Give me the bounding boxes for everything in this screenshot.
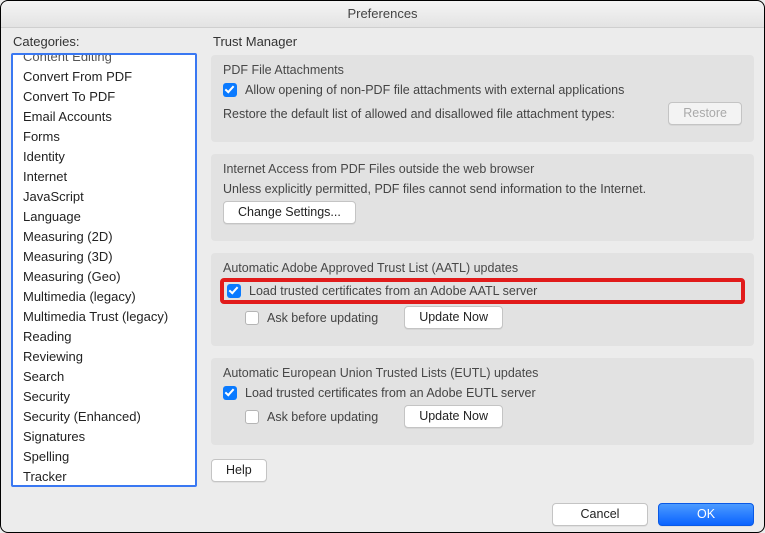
category-item[interactable]: Email Accounts <box>13 106 195 126</box>
settings-pane: Trust Manager PDF File Attachments Allow… <box>211 34 754 487</box>
category-item[interactable]: Identity <box>13 146 195 166</box>
row-help: Help <box>211 459 754 482</box>
label-restore-desc: Restore the default list of allowed and … <box>223 107 660 121</box>
row-restore: Restore the default list of allowed and … <box>223 102 742 125</box>
group-title-aatl: Automatic Adobe Approved Trust List (AAT… <box>223 261 742 275</box>
eutl-update-now-button[interactable]: Update Now <box>404 405 503 428</box>
category-item[interactable]: Measuring (3D) <box>13 246 195 266</box>
checkbox-aatl-load[interactable] <box>227 284 241 298</box>
category-item[interactable]: Convert To PDF <box>13 86 195 106</box>
group-title-internet: Internet Access from PDF Files outside t… <box>223 162 742 176</box>
row-aatl-ask: Ask before updating Update Now <box>223 306 742 329</box>
group-internet-access: Internet Access from PDF Files outside t… <box>211 154 754 241</box>
category-item[interactable]: JavaScript <box>13 186 195 206</box>
restore-button: Restore <box>668 102 742 125</box>
category-item[interactable]: Multimedia Trust (legacy) <box>13 306 195 326</box>
group-title-eutl: Automatic European Union Trusted Lists (… <box>223 366 742 380</box>
category-item[interactable]: Security (Enhanced) <box>13 406 195 426</box>
categories-list[interactable]: Content EditingConvert From PDFConvert T… <box>11 53 197 487</box>
category-item[interactable]: Content Editing <box>13 53 195 66</box>
category-item[interactable]: Measuring (Geo) <box>13 266 195 286</box>
category-item[interactable]: Forms <box>13 126 195 146</box>
category-item[interactable]: Reviewing <box>13 346 195 366</box>
help-button[interactable]: Help <box>211 459 267 482</box>
category-item[interactable]: Convert From PDF <box>13 66 195 86</box>
checkbox-eutl-ask[interactable] <box>245 410 259 424</box>
row-aatl-load[interactable]: Load trusted certificates from an Adobe … <box>223 281 742 301</box>
categories-label: Categories: <box>13 34 197 49</box>
categories-pane: Categories: Content EditingConvert From … <box>11 34 197 487</box>
category-item[interactable]: Signatures <box>13 426 195 446</box>
category-item[interactable]: Trust Manager <box>13 486 195 487</box>
cancel-button[interactable]: Cancel <box>552 503 648 526</box>
group-pdf-attachments: PDF File Attachments Allow opening of no… <box>211 55 754 142</box>
group-eutl: Automatic European Union Trusted Lists (… <box>211 358 754 445</box>
dialog-footer: Cancel OK <box>1 495 764 532</box>
ok-button[interactable]: OK <box>658 503 754 526</box>
row-change-settings: Change Settings... <box>223 201 742 224</box>
label-aatl-ask: Ask before updating <box>267 311 378 325</box>
category-item[interactable]: Spelling <box>13 446 195 466</box>
label-eutl-load: Load trusted certificates from an Adobe … <box>245 386 536 400</box>
window-body: Categories: Content EditingConvert From … <box>1 28 764 495</box>
row-allow-opening[interactable]: Allow opening of non-PDF file attachment… <box>223 83 742 97</box>
row-internet-desc: Unless explicitly permitted, PDF files c… <box>223 182 742 196</box>
category-item[interactable]: Measuring (2D) <box>13 226 195 246</box>
label-internet-desc: Unless explicitly permitted, PDF files c… <box>223 182 646 196</box>
row-eutl-ask: Ask before updating Update Now <box>223 405 742 428</box>
label-eutl-ask: Ask before updating <box>267 410 378 424</box>
category-item[interactable]: Security <box>13 386 195 406</box>
preferences-window: Preferences Categories: Content EditingC… <box>0 0 765 533</box>
category-item[interactable]: Multimedia (legacy) <box>13 286 195 306</box>
category-item[interactable]: Internet <box>13 166 195 186</box>
window-title: Preferences <box>1 1 764 28</box>
label-aatl-load: Load trusted certificates from an Adobe … <box>249 284 537 298</box>
row-eutl-load[interactable]: Load trusted certificates from an Adobe … <box>223 386 742 400</box>
label-allow-opening: Allow opening of non-PDF file attachment… <box>245 83 624 97</box>
group-title-attachments: PDF File Attachments <box>223 63 742 77</box>
group-aatl: Automatic Adobe Approved Trust List (AAT… <box>211 253 754 346</box>
checkbox-eutl-load[interactable] <box>223 386 237 400</box>
category-item[interactable]: Search <box>13 366 195 386</box>
checkbox-aatl-ask[interactable] <box>245 311 259 325</box>
panel-title: Trust Manager <box>213 34 754 49</box>
category-item[interactable]: Reading <box>13 326 195 346</box>
checkbox-allow-opening[interactable] <box>223 83 237 97</box>
aatl-update-now-button[interactable]: Update Now <box>404 306 503 329</box>
category-item[interactable]: Tracker <box>13 466 195 486</box>
category-item[interactable]: Language <box>13 206 195 226</box>
change-settings-button[interactable]: Change Settings... <box>223 201 356 224</box>
